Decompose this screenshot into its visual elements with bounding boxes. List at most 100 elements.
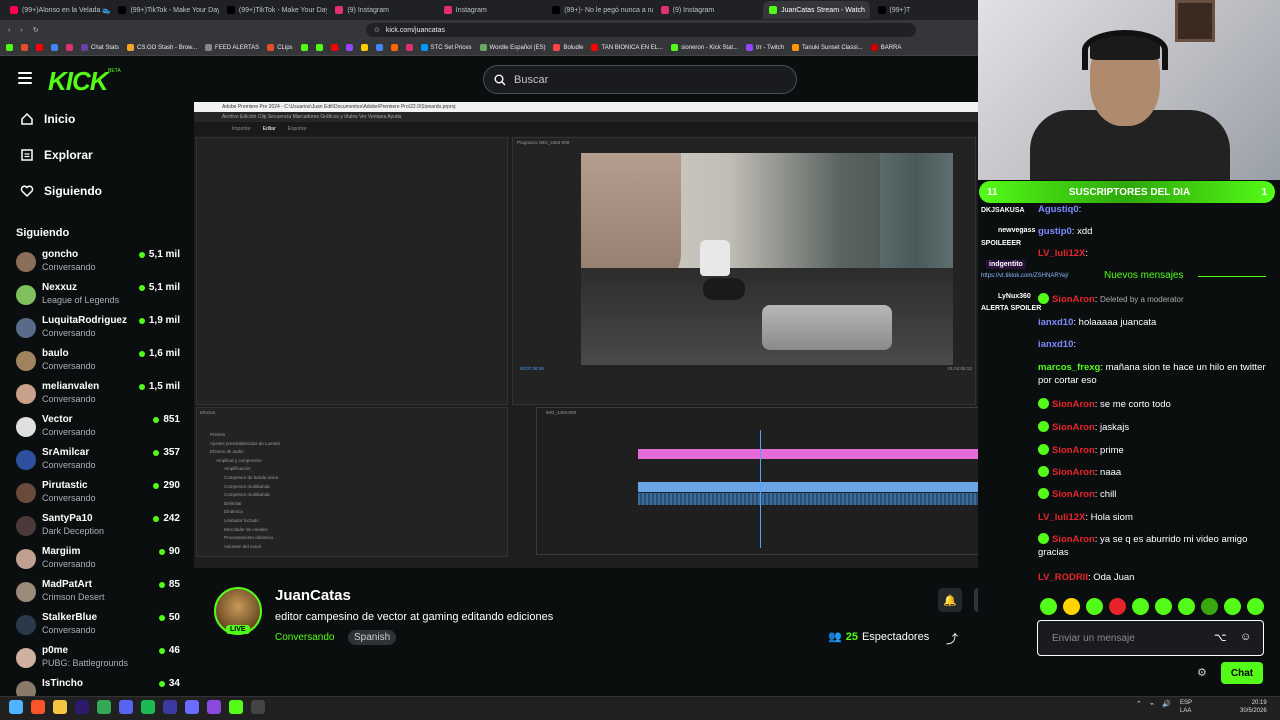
followed-channel[interactable]: p0me PUBG: Battlegrounds 46 [16,645,186,677]
app-icon[interactable] [185,700,199,714]
app-icon[interactable] [163,700,177,714]
hamburger-menu-icon[interactable] [18,72,32,84]
chat-username[interactable]: SionAron [1052,422,1095,433]
browser-tab[interactable]: JuanCatas Stream - Watch [763,1,870,19]
browser-tab[interactable]: (9) Instagram [329,1,435,19]
address-bar[interactable]: ⊙ kick.com/juancatas [366,23,916,37]
chat-username[interactable]: LV_luli12X [1038,512,1085,523]
followed-channel[interactable]: Nexxuz League of Legends 5,1 mil [16,282,186,314]
chat-username[interactable]: ianxd10 [1038,317,1073,328]
emote-icon[interactable] [1178,598,1195,615]
share-icon[interactable]: ⤴ [946,630,958,647]
bookmark-item[interactable] [21,44,28,51]
chat-username[interactable]: SionAron [1052,399,1095,410]
bookmark-item[interactable]: Chat Stats [81,44,119,51]
bookmark-item[interactable] [66,44,73,51]
emote-icon[interactable] [1040,598,1057,615]
bookmark-item[interactable] [330,44,338,51]
followed-channel[interactable]: SrAmilcar Conversando 357 [16,447,186,479]
stream-language-tag[interactable]: Spanish [348,630,397,645]
emote-icon[interactable] [1201,598,1218,615]
bookmark-item[interactable]: BARRA [870,44,901,51]
bookmark-item[interactable]: trr - Twitch [746,44,784,51]
bookmark-item[interactable] [345,44,353,51]
volume-icon[interactable]: 🔊 [1162,700,1171,708]
search-bar[interactable]: Buscar [483,65,797,94]
chat-username[interactable]: Agustiq0 [1038,204,1079,215]
chat-username[interactable]: SionAron [1052,467,1095,478]
chat-send-button[interactable]: Chat [1221,662,1263,684]
stream-category[interactable]: Conversando [275,632,334,643]
browser-tab[interactable]: (9) Instagram [655,1,761,19]
network-icon[interactable]: ⌁ [1150,700,1154,708]
bookmark-item[interactable]: CS:GO Stash - Brow... [127,44,197,51]
bookmark-item[interactable] [51,44,58,51]
bookmark-item[interactable]: Boludle [553,44,583,51]
emote-icon[interactable] [1063,598,1080,615]
nav-inicio[interactable]: Inicio [20,112,75,126]
emote-icon[interactable] [1155,598,1172,615]
forward-icon[interactable]: › [20,27,22,34]
windows-icon[interactable] [9,700,23,714]
chat-username[interactable]: SionAron [1052,489,1095,500]
bookmark-item[interactable]: TAN BIONICA EN EL... [591,44,663,51]
chat-input[interactable]: Enviar un mensaje ⌥ ☺ [1037,620,1264,656]
followed-channel[interactable]: SantyPa10 Dark Deception 242 [16,513,186,545]
app-icon[interactable] [251,700,265,714]
browser-tab[interactable]: (99+)T [872,1,978,19]
new-messages-indicator[interactable]: Nuevos mensajes [1104,270,1183,281]
notifications-button[interactable]: 🔔 [938,588,962,612]
taskbar-clock[interactable]: 20:19 30/5/2026 [1240,699,1267,715]
chrome-icon[interactable] [97,700,111,714]
followed-channel[interactable]: goncho Conversando 5,1 mil [16,249,186,281]
brave-icon[interactable] [31,700,45,714]
nav-siguiendo[interactable]: Siguiendo [20,184,102,198]
browser-tab[interactable]: (99+)TikTok - Make Your Day [112,1,219,19]
bookmark-item[interactable] [375,44,383,51]
folder-icon[interactable] [53,700,67,714]
chat-settings-gear-icon[interactable]: ⚙ [1197,666,1207,679]
bookmark-item[interactable] [360,44,368,51]
chat-username[interactable]: ianxd10 [1038,339,1073,350]
command-icon[interactable]: ⌥ [1214,631,1227,644]
bookmark-item[interactable] [300,44,308,51]
chat-username[interactable]: SionAron [1052,534,1095,545]
bookmark-item[interactable]: CLips [267,44,293,51]
streamer-name[interactable]: JuanCatas [275,587,351,604]
followed-channel[interactable]: Pirutastic Conversando 290 [16,480,186,512]
chevron-up-icon[interactable]: ⌃ [1136,700,1142,708]
kick-logo[interactable]: KICK [48,66,109,97]
chat-username[interactable]: SionAron [1052,445,1095,456]
bookmark-item[interactable]: Wordle Español (ES) [479,44,545,51]
spotify-icon[interactable] [141,700,155,714]
back-icon[interactable]: ‹ [8,27,10,34]
followed-channel[interactable]: LuquitaRodriguez Conversando 1,9 mil [16,315,186,347]
followed-channel[interactable]: baulo Conversando 1,6 mil [16,348,186,380]
followed-channel[interactable]: melianvalen Conversando 1,5 mil [16,381,186,413]
chat-username[interactable]: LV_RODRII [1038,572,1088,583]
chat-username[interactable]: LV_luli12X [1038,248,1085,259]
emote-icon[interactable] [1224,598,1241,615]
reload-icon[interactable]: ↻ [33,26,39,34]
nav-explorar[interactable]: Explorar [20,148,93,162]
browser-tab[interactable]: (99+)TikTok - Make Your Day [221,1,327,19]
bookmark-item[interactable] [390,44,398,51]
bookmark-item[interactable]: Tanuki Sunset Classi... [791,44,863,51]
followed-channel[interactable]: Margiim Conversando 90 [16,546,186,578]
bookmark-item[interactable]: sioneron - Kick Stat... [671,44,738,51]
bookmark-item[interactable]: FEED ALERTAS [205,44,259,51]
bookmark-item[interactable]: STC Set Prices [420,44,472,51]
browser-tab[interactable]: Instagram [438,1,544,19]
emoji-icon[interactable]: ☺ [1240,631,1251,643]
chat-username[interactable]: SionAron [1052,294,1095,305]
bookmark-item[interactable] [36,44,43,51]
followed-channel[interactable]: MadPatArt Crimson Desert 85 [16,579,186,611]
followed-channel[interactable]: Vector Conversando 851 [16,414,186,446]
emote-icon[interactable] [1109,598,1126,615]
app-icon[interactable] [207,700,221,714]
language-indicator[interactable]: ESP LAA [1180,699,1192,715]
bookmark-item[interactable] [315,44,323,51]
chat-username[interactable]: gustip0 [1038,226,1072,237]
emote-icon[interactable] [1247,598,1264,615]
premiere-icon[interactable] [75,700,89,714]
